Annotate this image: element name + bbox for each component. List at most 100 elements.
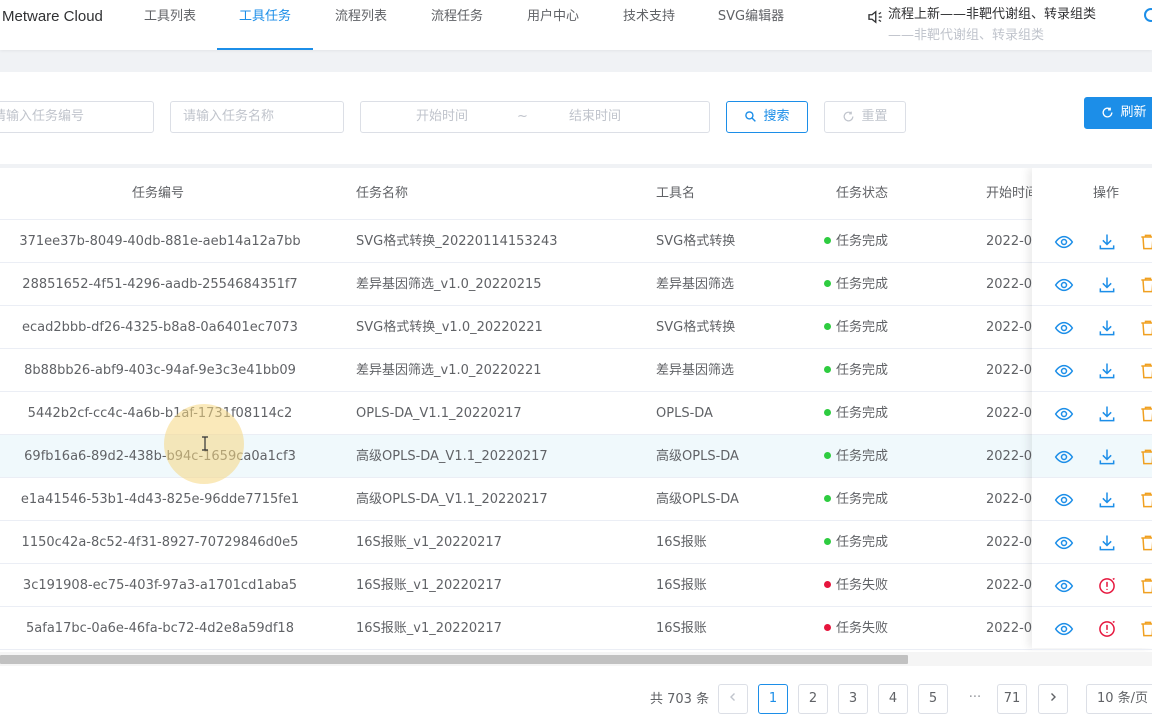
user-avatar-icon[interactable]	[1144, 8, 1152, 22]
cell-task-id[interactable]: 5afa17bc-0a6e-46fa-bc72-4d2e8a59df18	[0, 607, 320, 650]
table-row[interactable]: 69fb16a6-89d2-438b-b94c-1659ca0a1cf3 高级OP…	[0, 435, 1152, 478]
announcement-ticker[interactable]: 流程上新——非靶代谢组、转录组类 ——非靶代谢组、转录组类	[866, 0, 1152, 50]
brand-logo-text[interactable]: Metware Cloud	[2, 8, 103, 25]
status-dot	[824, 581, 831, 588]
nav-flow-tasks[interactable]: 流程任务	[428, 0, 486, 50]
error-log-icon[interactable]	[1097, 576, 1117, 596]
delete-icon[interactable]	[1138, 318, 1152, 338]
page-1-button[interactable]: 1	[758, 684, 788, 714]
page-size-select[interactable]: 10 条/页	[1086, 684, 1152, 714]
table-row[interactable]: 1150c42a-8c52-4f31-8927-70729846d0e5 16S报…	[0, 521, 1152, 564]
cell-task-id[interactable]: 1150c42a-8c52-4f31-8927-70729846d0e5	[0, 521, 320, 564]
download-icon[interactable]	[1097, 318, 1117, 338]
view-eye-icon[interactable]	[1054, 404, 1074, 424]
table-row[interactable]: 28851652-4f51-4296-aadb-2554684351f7 差异基因…	[0, 263, 1152, 306]
view-eye-icon[interactable]	[1054, 232, 1074, 252]
page-ellipsis[interactable]: ···	[960, 684, 990, 712]
download-icon[interactable]	[1097, 490, 1117, 510]
cell-task-id[interactable]: 5442b2cf-cc4c-4a6b-b1af-1731f08114c2	[0, 392, 320, 435]
nav-svg-editor[interactable]: SVG编辑器	[716, 0, 786, 50]
page-3-button[interactable]: 3	[838, 684, 868, 714]
table-row[interactable]: 5afa17bc-0a6e-46fa-bc72-4d2e8a59df18 16S报…	[0, 607, 1152, 650]
table-row[interactable]: 371ee37b-8049-40db-881e-aeb14a12a7bb SVG格…	[0, 220, 1152, 263]
view-eye-icon[interactable]	[1054, 447, 1074, 467]
view-eye-icon[interactable]	[1054, 619, 1074, 639]
delete-icon[interactable]	[1138, 619, 1152, 639]
nav-tech-support[interactable]: 技术支持	[620, 0, 678, 50]
download-icon[interactable]	[1097, 361, 1117, 381]
view-eye-icon[interactable]	[1054, 361, 1074, 381]
cell-task-id[interactable]: 69fb16a6-89d2-438b-b94c-1659ca0a1cf3	[0, 435, 320, 478]
delete-icon[interactable]	[1138, 404, 1152, 424]
search-icon	[745, 111, 757, 122]
error-log-icon[interactable]	[1097, 619, 1117, 639]
table-row[interactable]: 8b88bb26-abf9-403c-94af-9e3c3e41bb09 差异基因…	[0, 349, 1152, 392]
view-eye-icon[interactable]	[1054, 275, 1074, 295]
cell-task-name: 16S报账_v1_20220217	[356, 578, 502, 593]
view-eye-icon[interactable]	[1054, 576, 1074, 596]
cell-task-id[interactable]: e1a41546-53b1-4d43-825e-96dde7715fe1	[0, 478, 320, 521]
header-task-status[interactable]: 任务状态	[836, 168, 888, 220]
scrollbar-thumb[interactable]	[0, 655, 908, 664]
delete-icon[interactable]	[1138, 447, 1152, 467]
nav-tool-tasks[interactable]: 工具任务	[217, 0, 313, 50]
table-row[interactable]: 5442b2cf-cc4c-4a6b-b1af-1731f08114c2 OPLS…	[0, 392, 1152, 435]
page-last-button[interactable]: 71	[997, 684, 1027, 714]
date-range-picker[interactable]: 开始时间 ~ 结束时间	[360, 101, 710, 133]
refresh-button[interactable]: 刷新	[1084, 97, 1152, 129]
page-5-button[interactable]: 5	[918, 684, 948, 714]
horizontal-scrollbar[interactable]	[0, 652, 1152, 666]
cell-task-id[interactable]: 8b88bb26-abf9-403c-94af-9e3c3e41bb09	[0, 349, 320, 392]
download-icon[interactable]	[1097, 447, 1117, 467]
status-dot	[824, 452, 831, 459]
cell-task-id[interactable]: 371ee37b-8049-40db-881e-aeb14a12a7bb	[0, 220, 320, 263]
announcement-text[interactable]: 流程上新——非靶代谢组、转录组类	[888, 3, 1096, 22]
nav-flow-list[interactable]: 流程列表	[332, 0, 390, 50]
delete-icon[interactable]	[1138, 275, 1152, 295]
cell-tool-name: 16S报账	[656, 621, 707, 636]
cell-task-id[interactable]: 28851652-4f51-4296-aadb-2554684351f7	[0, 263, 320, 306]
operations-row	[1032, 435, 1152, 478]
page-2-button[interactable]: 2	[798, 684, 828, 714]
nav-tool-list[interactable]: 工具列表	[141, 0, 199, 50]
table-row[interactable]: e1a41546-53b1-4d43-825e-96dde7715fe1 高级OP…	[0, 478, 1152, 521]
cell-tool-name: 高级OPLS-DA	[656, 492, 739, 507]
cell-task-status: 任务完成	[824, 306, 964, 349]
download-icon[interactable]	[1097, 533, 1117, 553]
delete-icon[interactable]	[1138, 533, 1152, 553]
delete-icon[interactable]	[1138, 576, 1152, 596]
cell-start-time: 2022-02	[986, 621, 1032, 636]
download-icon[interactable]	[1097, 232, 1117, 252]
view-eye-icon[interactable]	[1054, 533, 1074, 553]
end-date-input[interactable]: 结束时间	[569, 102, 621, 132]
reset-button[interactable]: 重置	[824, 101, 906, 133]
download-icon[interactable]	[1097, 275, 1117, 295]
table-row[interactable]: ecad2bbb-df26-4325-b8a8-0a6401ec7073 SVG格…	[0, 306, 1152, 349]
task-name-input[interactable]: 请输入任务名称	[170, 101, 344, 133]
search-button[interactable]: 搜索	[726, 101, 808, 133]
prev-page-button[interactable]	[718, 684, 748, 714]
page-4-button[interactable]: 4	[878, 684, 908, 714]
header-start-time[interactable]: 开始时间	[986, 168, 1032, 220]
cell-task-id[interactable]: 3c191908-ec75-403f-97a3-a1701cd1aba5	[0, 564, 320, 607]
download-icon[interactable]	[1097, 404, 1117, 424]
header-tool-name[interactable]: 工具名	[656, 168, 695, 220]
next-page-button[interactable]	[1038, 684, 1068, 714]
cell-task-status: 任务完成	[824, 478, 964, 521]
header-task-name[interactable]: 任务名称	[356, 168, 408, 220]
delete-icon[interactable]	[1138, 232, 1152, 252]
cell-start-time: 2022-02	[986, 492, 1032, 507]
view-eye-icon[interactable]	[1054, 490, 1074, 510]
task-id-input[interactable]: 请输入任务编号	[0, 101, 154, 133]
header-task-id[interactable]: 任务编号	[132, 168, 184, 220]
table-row[interactable]: 3c191908-ec75-403f-97a3-a1701cd1aba5 16S报…	[0, 564, 1152, 607]
delete-icon[interactable]	[1138, 490, 1152, 510]
cell-task-id[interactable]: ecad2bbb-df26-4325-b8a8-0a6401ec7073	[0, 306, 320, 349]
status-text: 任务完成	[836, 363, 889, 378]
view-eye-icon[interactable]	[1054, 318, 1074, 338]
cell-task-status: 任务完成	[824, 435, 964, 478]
nav-user-center[interactable]: 用户中心	[524, 0, 582, 50]
start-date-input[interactable]: 开始时间	[416, 102, 468, 132]
total-count: 共 703 条	[650, 692, 710, 707]
delete-icon[interactable]	[1138, 361, 1152, 381]
